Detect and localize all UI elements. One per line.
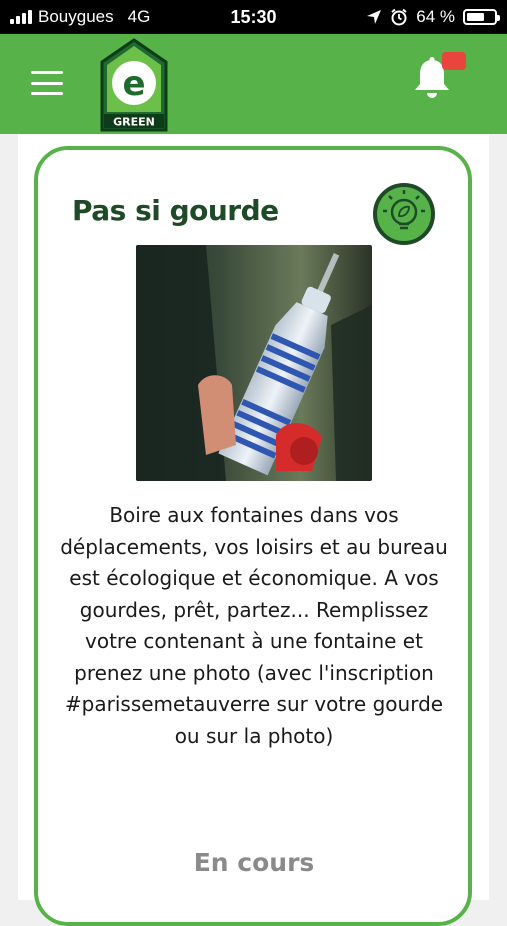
clock: 15:30	[230, 6, 277, 27]
challenge-title: Pas si gourde	[72, 194, 279, 227]
carrier-name: Bouygues	[38, 7, 114, 26]
battery-percentage: 64 %	[416, 7, 455, 26]
status-bar: Bouygues 4G 15:30 64 %	[0, 0, 507, 34]
alarm-clock-icon	[391, 8, 407, 26]
signal-icon	[10, 10, 32, 24]
challenge-photo	[136, 245, 372, 481]
hamburger-menu-icon[interactable]	[31, 71, 63, 95]
lightbulb-leaf-icon	[373, 183, 435, 245]
logo-letter: e	[122, 64, 145, 104]
challenge-description: Boire aux fontaines dans vos déplacement…	[60, 503, 448, 748]
app-header: e GREEN	[0, 34, 507, 134]
battery-icon	[463, 9, 500, 25]
network-type: 4G	[127, 7, 151, 26]
challenge-status: En cours	[193, 848, 315, 877]
location-arrow-icon	[367, 10, 382, 24]
logo-text: GREEN	[113, 116, 155, 129]
egreen-logo[interactable]: e GREEN	[98, 38, 170, 134]
notification-badge	[442, 52, 466, 70]
